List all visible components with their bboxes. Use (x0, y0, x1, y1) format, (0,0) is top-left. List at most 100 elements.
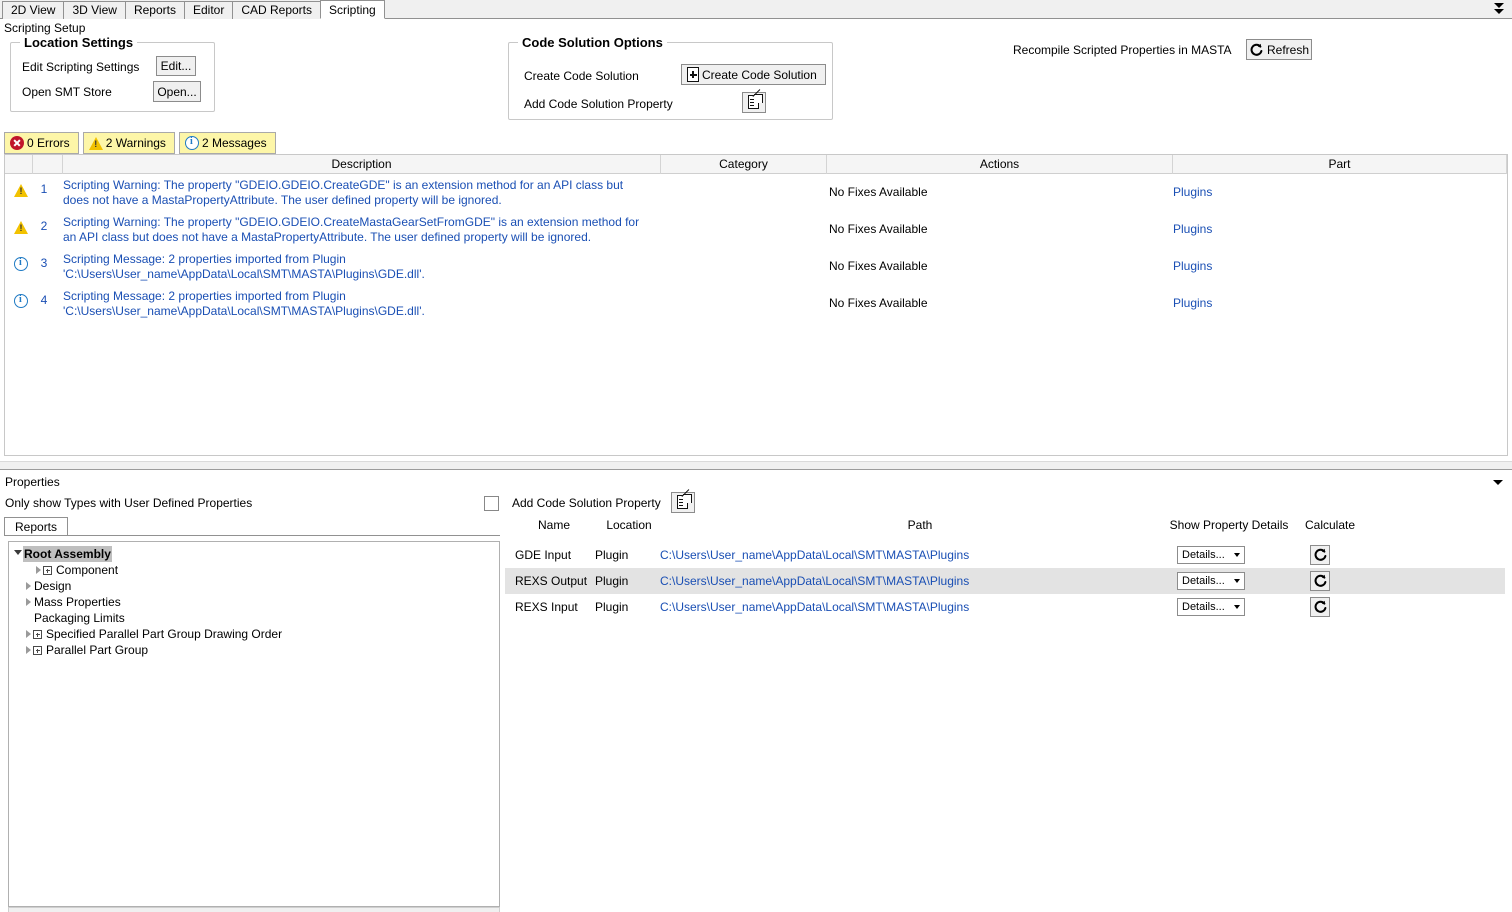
messages-grid-column-description[interactable]: Description (63, 155, 661, 174)
details-dropdown[interactable]: Details... (1177, 598, 1245, 616)
properties-grid-column-location[interactable]: Location (593, 518, 665, 532)
messages-grid-column-category[interactable]: Category (661, 155, 827, 174)
properties-grid-row[interactable]: REXS Input Plugin C:\Users\User_name\AppDa… (505, 594, 1505, 620)
property-name: REXS Input (515, 600, 578, 614)
warning-icon (11, 182, 31, 198)
chevron-right-icon[interactable] (23, 626, 33, 642)
calculate-button[interactable] (1310, 571, 1330, 591)
tree-node[interactable]: Packaging Limits (23, 610, 126, 626)
properties-panel-collapse-button[interactable] (1492, 477, 1504, 487)
tree-node[interactable]: Design (23, 578, 72, 594)
tree-arrow-glyph (25, 630, 31, 638)
severity-filter-warning[interactable]: 2 Warnings (82, 132, 175, 154)
tree-arrow-glyph (25, 582, 31, 590)
type-tree-horizontal-scrollbar[interactable] (8, 907, 500, 912)
open-smt-store-button[interactable]: Open... (153, 81, 201, 102)
tree-arrow-glyph (14, 549, 22, 559)
messages-grid-column-actions[interactable]: Actions (827, 155, 1173, 174)
details-dropdown[interactable]: Details... (1177, 572, 1245, 590)
message-description[interactable]: Scripting Message: 2 properties imported… (63, 289, 648, 319)
tree-node-label: Packaging Limits (34, 611, 125, 625)
properties-add-code-solution-property-button[interactable] (671, 492, 695, 513)
table-row[interactable]: 4 Scripting Message: 2 properties importe… (5, 285, 1507, 322)
main-tab-reports[interactable]: Reports (124, 1, 185, 19)
message-description[interactable]: Scripting Message: 2 properties imported… (63, 252, 648, 282)
chevron-right-icon[interactable] (23, 594, 33, 610)
tree-node[interactable]: Component (33, 562, 119, 578)
calculate-button[interactable] (1310, 545, 1330, 565)
property-path-link[interactable]: C:\Users\User_name\AppData\Local\SMT\MAS… (660, 594, 1180, 620)
property-name: REXS Output (515, 574, 588, 588)
expand-plus-icon (43, 565, 52, 575)
chevron-down-icon[interactable] (13, 546, 23, 562)
calculate-button[interactable] (1310, 597, 1330, 617)
properties-left-tab-list: Reports (4, 517, 69, 536)
main-tab-list: 2D View 3D View Reports Editor CAD Reports Sc… (2, 0, 385, 19)
tree-node[interactable]: Mass Properties (23, 594, 122, 610)
tree-node[interactable]: Root Assembly (13, 546, 112, 562)
message-description[interactable]: Scripting Warning: The property "GDEIO.G… (63, 215, 648, 245)
details-dropdown[interactable]: Details... (1177, 546, 1245, 564)
properties-grid-column-name[interactable]: Name (515, 518, 593, 532)
add-code-solution-property-button[interactable] (742, 92, 766, 113)
main-tab-editor[interactable]: Editor (183, 1, 234, 19)
tree-node[interactable]: Specified Parallel Part Group Drawing Or… (23, 626, 283, 642)
message-part-link[interactable]: Plugins (1173, 259, 1503, 273)
severity-filter-error[interactable]: 0 Errors (4, 132, 79, 154)
message-part-link[interactable]: Plugins (1173, 222, 1503, 236)
table-row[interactable]: 1 Scripting Warning: The property "GDEIO.… (5, 174, 1507, 211)
chevron-right-icon[interactable] (23, 642, 33, 658)
properties-grid-column-calculate[interactable]: Calculate (1295, 518, 1365, 532)
severity-filter-info[interactable]: 2 Messages (178, 132, 276, 154)
error-icon (10, 136, 24, 150)
tree-node-label: Design (34, 579, 72, 593)
message-part-link[interactable]: Plugins (1173, 185, 1503, 199)
tree-arrow-glyph (35, 566, 41, 574)
location-settings-group: Location Settings Edit Scripting Setting… (10, 35, 215, 112)
message-actions: No Fixes Available (829, 222, 928, 236)
edit-scripting-settings-button[interactable]: Edit... (156, 56, 196, 76)
message-part-link[interactable]: Plugins (1173, 296, 1503, 310)
tabstrip-overflow-icon[interactable] (1492, 2, 1506, 16)
property-path-link[interactable]: C:\Users\User_name\AppData\Local\SMT\MAS… (660, 568, 1180, 594)
properties-grid-row[interactable]: GDE Input Plugin C:\Users\User_name\AppDat… (505, 542, 1505, 568)
message-description[interactable]: Scripting Warning: The property "GDEIO.G… (63, 178, 648, 208)
show-property-details-cell: Details... (1177, 568, 1277, 594)
messages-grid-column-part[interactable]: Part (1173, 155, 1507, 174)
properties-grid-column-show-property-details[interactable]: Show Property Details (1153, 518, 1305, 532)
create-code-solution-button[interactable]: Create Code Solution (681, 64, 826, 85)
severity-filter-bar: 0 Errors 2 Warnings 2 Messages (4, 132, 276, 154)
panel-splitter[interactable] (0, 461, 1512, 469)
only-show-types-checkbox[interactable] (484, 496, 499, 511)
page-title: Scripting Setup (4, 21, 86, 35)
messages-grid-body: 1 Scripting Warning: The property "GDEIO.… (5, 174, 1507, 322)
properties-grid-row[interactable]: REXS Output Plugin C:\Users\User_name\AppD… (505, 568, 1505, 594)
chevron-right-icon[interactable] (33, 562, 43, 578)
tree-node[interactable]: Parallel Part Group (23, 642, 149, 658)
refresh-button[interactable]: Refresh (1246, 39, 1312, 60)
main-tab-3d-view[interactable]: 3D View (63, 1, 126, 19)
chevron-down-icon (1234, 579, 1240, 583)
property-path-link[interactable]: C:\Users\User_name\AppData\Local\SMT\MAS… (660, 542, 1180, 568)
table-row[interactable]: 3 Scripting Message: 2 properties importe… (5, 248, 1507, 285)
message-actions: No Fixes Available (829, 185, 928, 199)
table-row[interactable]: 2 Scripting Warning: The property "GDEIO.… (5, 211, 1507, 248)
calculate-cell (1310, 542, 1350, 568)
properties-grid-column-path[interactable]: Path (660, 518, 1180, 532)
calculate-cell (1310, 594, 1350, 620)
tab-reports[interactable]: Reports (4, 517, 69, 536)
main-tab-cad-reports[interactable]: CAD Reports (232, 1, 322, 19)
calculate-cell (1310, 568, 1350, 594)
main-tab-scripting[interactable]: Scripting (320, 0, 385, 19)
warning-icon (11, 219, 31, 235)
chevron-down-icon (1493, 479, 1503, 485)
main-tab-2d-view[interactable]: 2D View (2, 1, 65, 19)
only-show-types-label: Only show Types with User Defined Proper… (5, 496, 253, 510)
severity-filter-label: 2 Messages (201, 136, 267, 150)
recompile-label: Recompile Scripted Properties in MASTA (1013, 43, 1232, 57)
tree-arrow-glyph (25, 598, 31, 606)
property-location: Plugin (595, 548, 629, 562)
location-settings-legend: Location Settings (20, 35, 138, 50)
chevron-right-icon[interactable] (23, 578, 33, 594)
severity-filter-label: 0 Errors (27, 136, 70, 150)
